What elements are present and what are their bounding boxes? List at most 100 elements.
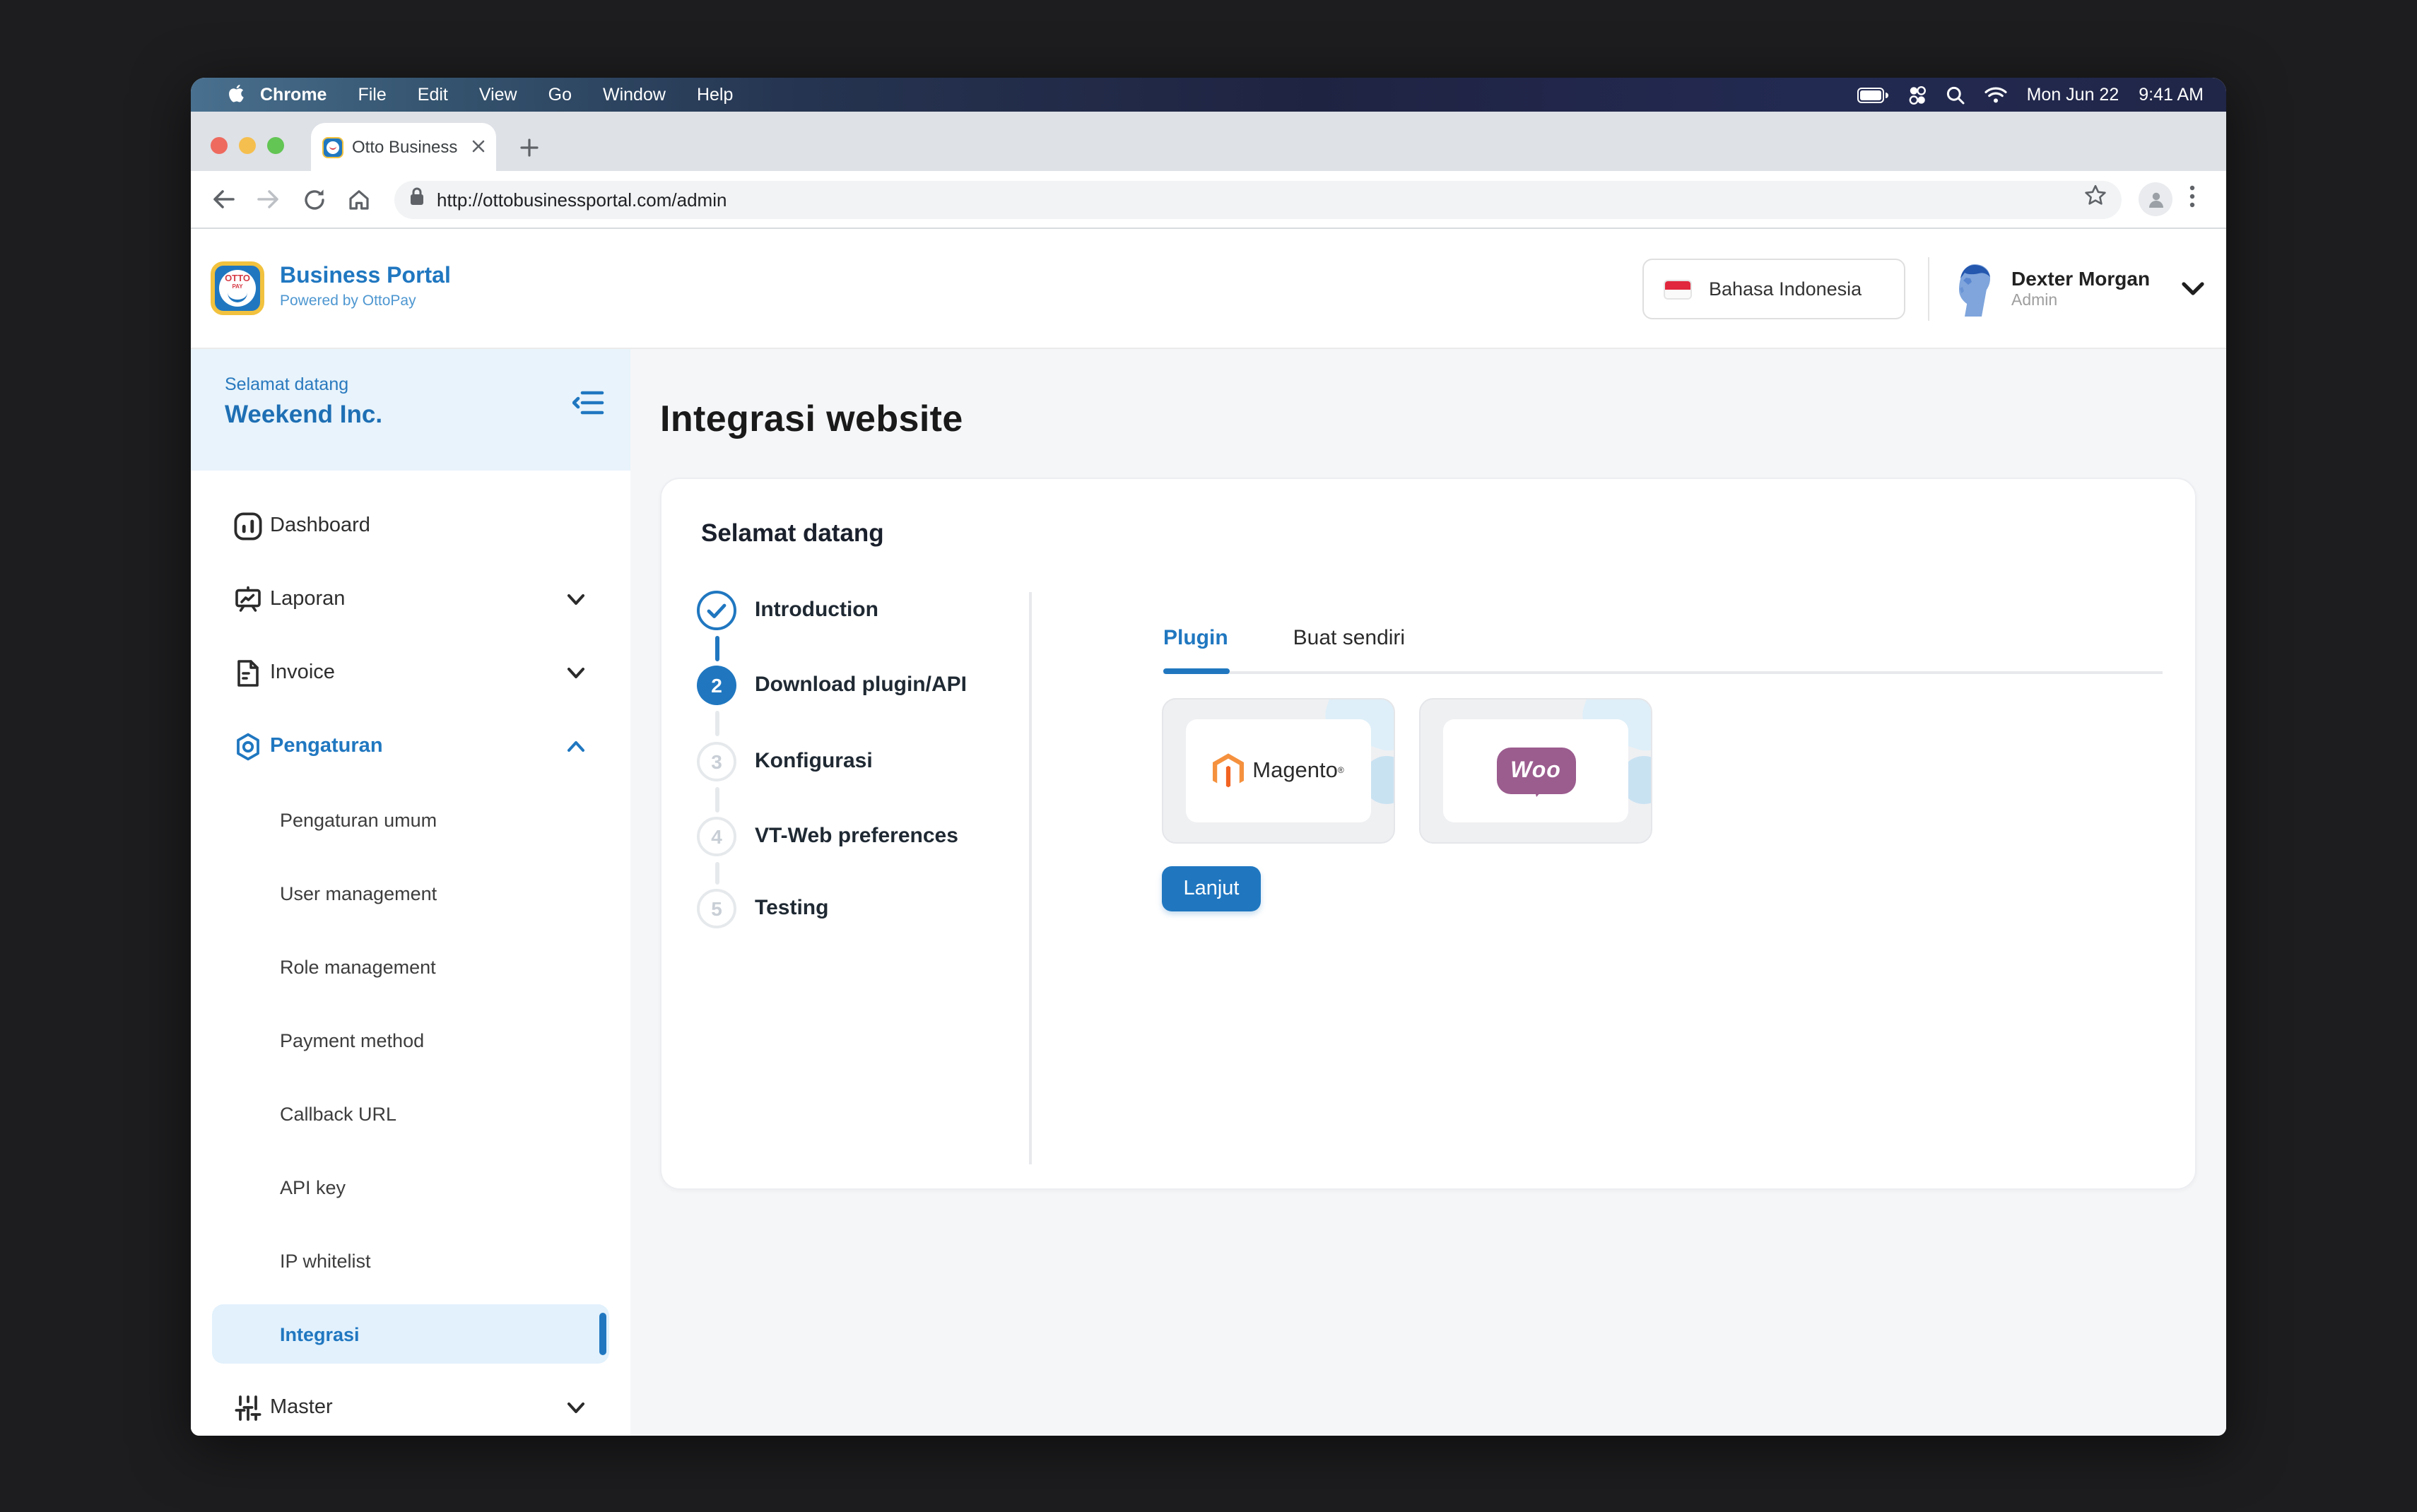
- user-name: Dexter Morgan: [2011, 267, 2150, 290]
- language-selector[interactable]: Bahasa Indonesia: [1642, 259, 1905, 319]
- chevron-down-icon: [567, 593, 585, 606]
- menu-go[interactable]: Go: [548, 85, 572, 105]
- sidebar-item-dashboard[interactable]: Dashboard: [191, 489, 630, 562]
- step-2-label[interactable]: Download plugin/API: [755, 673, 967, 697]
- tab-strip: Otto Business Portal: [191, 112, 2226, 171]
- browser-window: Chrome File Edit View Go Window Help Mon…: [191, 78, 2226, 1436]
- close-window-button[interactable]: [211, 137, 228, 154]
- user-avatar: [1955, 260, 1993, 317]
- invoice-icon: [233, 658, 263, 687]
- step-5-label[interactable]: Testing: [755, 896, 828, 920]
- apple-icon[interactable]: [229, 84, 247, 105]
- magento-label: Magento: [1252, 758, 1338, 784]
- settings-icon: [233, 731, 263, 761]
- step-1-label[interactable]: Introduction: [755, 598, 878, 622]
- forward-button[interactable]: [250, 181, 287, 218]
- home-button[interactable]: [341, 181, 377, 218]
- user-role: Admin: [2011, 293, 2150, 309]
- sidebar-subitem-role-management[interactable]: Role management: [191, 930, 630, 1003]
- menu-edit[interactable]: Edit: [418, 85, 448, 105]
- sidebar-item-pengaturan[interactable]: Pengaturan: [191, 709, 630, 783]
- url-text[interactable]: http://ottobusinessportal.com/admin: [437, 189, 2083, 210]
- step-connector: [715, 636, 719, 661]
- chevron-up-icon: [567, 740, 585, 752]
- bookmark-star-icon[interactable]: [2083, 184, 2107, 215]
- user-menu[interactable]: Dexter Morgan Admin: [1955, 260, 2205, 317]
- lock-icon[interactable]: [408, 186, 425, 213]
- step-3-circle: 3: [697, 742, 736, 781]
- browser-menu-icon[interactable]: [2189, 184, 2195, 214]
- menu-help[interactable]: Help: [697, 85, 733, 105]
- new-tab-button[interactable]: [513, 131, 544, 163]
- logo-sub-text: PAY: [232, 283, 242, 289]
- url-field[interactable]: http://ottobusinessportal.com/admin: [394, 180, 2122, 218]
- tab-title: Otto Business Portal: [352, 137, 462, 157]
- sidebar-subitem-callback-url[interactable]: Callback URL: [191, 1077, 630, 1150]
- woo-label: Woo: [1510, 758, 1561, 784]
- app-header: OTTO PAY Business Portal Powered by Otto…: [191, 229, 2226, 349]
- step-4-circle: 4: [697, 817, 736, 856]
- page-title: Integrasi website: [660, 397, 963, 441]
- active-item-indicator: [599, 1313, 606, 1355]
- step-2-circle: 2: [697, 666, 736, 705]
- magento-reg-mark: ®: [1338, 767, 1344, 775]
- menu-chrome[interactable]: Chrome: [260, 85, 327, 105]
- woocommerce-icon: Woo: [1496, 748, 1575, 794]
- tab-plugin[interactable]: Plugin: [1163, 626, 1228, 650]
- sidebar-item-master[interactable]: Master: [191, 1371, 630, 1436]
- language-label: Bahasa Indonesia: [1709, 278, 1862, 300]
- check-icon: [707, 603, 727, 618]
- card-title: Selamat datang: [701, 519, 884, 548]
- menu-window[interactable]: Window: [603, 85, 666, 105]
- address-bar: http://ottobusinessportal.com/admin: [191, 171, 2226, 229]
- zoom-window-button[interactable]: [267, 137, 284, 154]
- tab-buat-sendiri[interactable]: Buat sendiri: [1293, 626, 1405, 650]
- step-5-circle: 5: [697, 889, 736, 928]
- menu-view[interactable]: View: [479, 85, 517, 105]
- reload-button[interactable]: [295, 181, 332, 218]
- report-icon: [233, 584, 263, 614]
- tab-track: [1163, 671, 2163, 673]
- sliders-icon: [233, 1393, 263, 1422]
- indonesia-flag-icon: [1664, 279, 1692, 299]
- control-center-icon[interactable]: [1908, 85, 1927, 104]
- battery-icon[interactable]: [1857, 87, 1888, 102]
- app-title: Business Portal: [280, 264, 451, 290]
- sidebar-subitem-payment-method[interactable]: Payment method: [191, 1003, 630, 1077]
- sidebar-collapse-icon[interactable]: [572, 389, 605, 424]
- back-button[interactable]: [205, 181, 242, 218]
- menubar-date: Mon Jun 22: [2027, 85, 2119, 105]
- chevron-down-icon: [567, 1401, 585, 1414]
- menu-file[interactable]: File: [358, 85, 386, 105]
- minimize-window-button[interactable]: [239, 137, 256, 154]
- stepper-divider: [1029, 592, 1031, 1164]
- step-4-label[interactable]: VT-Web preferences: [755, 824, 958, 848]
- company-name: Weekend Inc.: [225, 400, 630, 430]
- browser-profile-icon[interactable]: [2139, 182, 2172, 216]
- sidebar-subitem-user-management[interactable]: User management: [191, 856, 630, 930]
- sidebar-subitem-integrasi[interactable]: Integrasi: [191, 1297, 630, 1371]
- sidebar-item-invoice[interactable]: Invoice: [191, 636, 630, 709]
- sidebar-subitem-ip-whitelist[interactable]: IP whitelist: [191, 1224, 630, 1297]
- main-content: Integrasi website Selamat datang Introdu…: [630, 349, 2226, 1436]
- dashboard-icon: [233, 511, 263, 541]
- plugin-card-woocommerce[interactable]: Woo: [1419, 698, 1652, 844]
- sidebar-subitem-api-key[interactable]: API key: [191, 1150, 630, 1224]
- logo-smile: [228, 290, 247, 302]
- integration-card: Selamat datang Introduction 2 Download p…: [660, 478, 2197, 1190]
- sidebar-subitem-pengaturan-umum[interactable]: Pengaturan umum: [191, 783, 630, 856]
- step-connector: [715, 711, 719, 736]
- sidebar-welcome-panel: Selamat datang Weekend Inc.: [191, 349, 630, 471]
- continue-button[interactable]: Lanjut: [1162, 866, 1261, 911]
- plugin-card-magento[interactable]: Magento®: [1162, 698, 1395, 844]
- step-1-circle: [697, 591, 736, 630]
- step-3-label[interactable]: Konfigurasi: [755, 749, 873, 773]
- tab-close-icon[interactable]: [472, 134, 485, 160]
- browser-tab[interactable]: Otto Business Portal: [311, 123, 496, 171]
- brand: OTTO PAY Business Portal Powered by Otto…: [211, 261, 451, 315]
- step-connector: [715, 862, 719, 885]
- wifi-icon[interactable]: [1984, 86, 2007, 103]
- spotlight-search-icon[interactable]: [1946, 85, 1965, 104]
- sidebar-item-laporan[interactable]: Laporan: [191, 562, 630, 636]
- ottopay-logo: OTTO PAY: [211, 261, 264, 315]
